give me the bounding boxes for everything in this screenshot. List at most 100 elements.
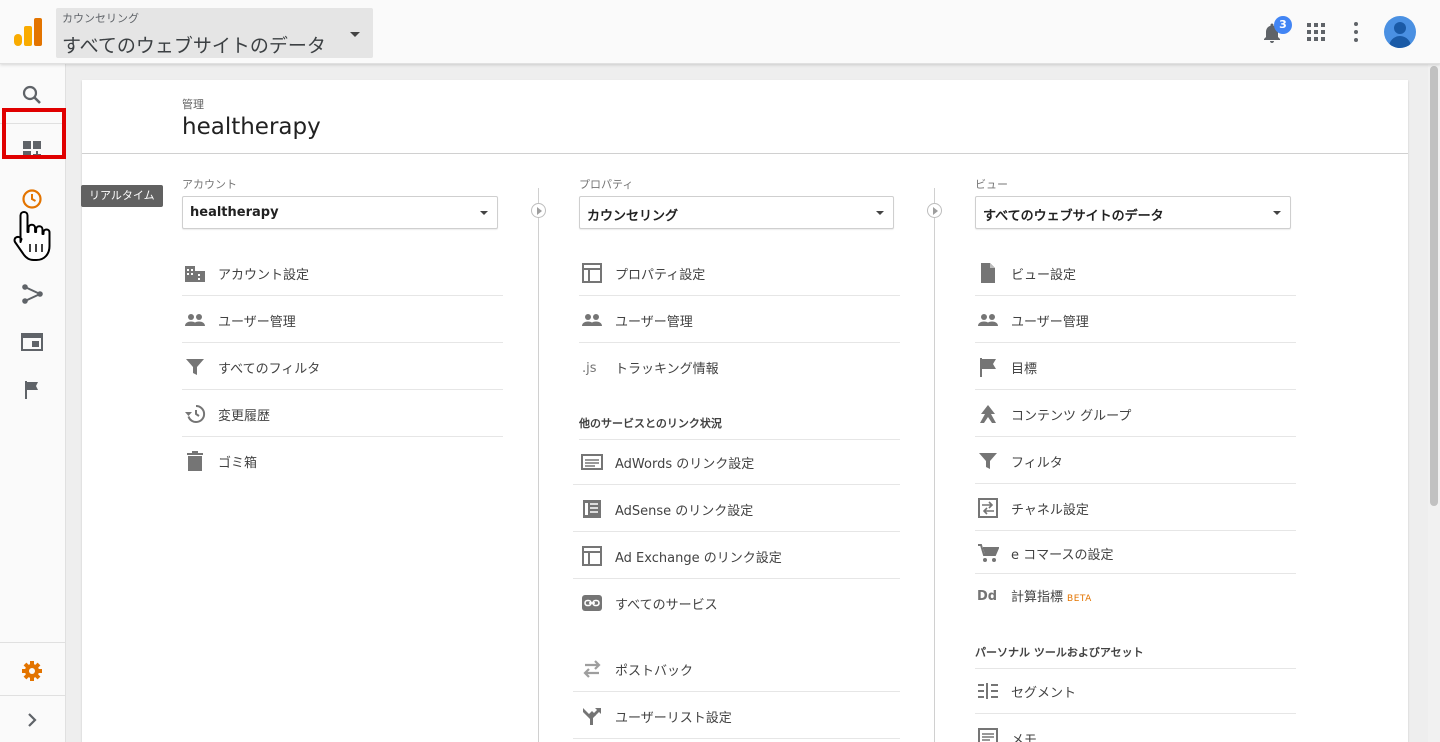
account-column-header: アカウント [182, 178, 237, 191]
chevron-down-icon [480, 211, 488, 215]
more-vert-icon[interactable] [1350, 22, 1362, 42]
people-icon [582, 314, 602, 326]
chevron-down-icon [350, 32, 360, 37]
channel-settings-item[interactable]: チャネル設定 [975, 484, 1296, 531]
chevron-right-icon[interactable] [18, 706, 46, 734]
adsense-icon [583, 500, 601, 518]
memo-item[interactable]: メモ [975, 714, 1296, 742]
item-label: ビュー設定 [1011, 268, 1077, 283]
notification-badge: 3 [1274, 16, 1292, 34]
page-scrollbar[interactable] [1428, 64, 1440, 742]
item-label: ユーザー管理 [1011, 315, 1089, 330]
userlist-icon [583, 708, 601, 725]
svg-text:.js: .js [582, 361, 597, 376]
divider [82, 153, 1408, 154]
account-view-selector[interactable]: カウンセリング すべてのウェブサイトのデータ [56, 8, 373, 58]
view-dropdown-value: すべてのウェブサイトのデータ [983, 209, 1164, 224]
goals-item[interactable]: 目標 [975, 343, 1296, 390]
all-services-item[interactable]: すべてのサービス [573, 579, 900, 626]
item-label: プロパティ設定 [615, 268, 706, 283]
trash-item[interactable]: ゴミ箱 [182, 437, 503, 484]
arrow-right-icon [927, 203, 942, 218]
postback-item[interactable]: ポストバック [573, 645, 900, 692]
item-label: アカウント設定 [218, 268, 310, 283]
item-label: AdSense のリンク設定 [615, 504, 754, 519]
gear-icon[interactable] [18, 657, 46, 685]
account-user-management-item[interactable]: ユーザー管理 [182, 296, 503, 343]
item-label: 目標 [1011, 362, 1038, 377]
user-list-settings-item[interactable]: ユーザーリスト設定 [573, 692, 900, 739]
scrollbar-thumb[interactable] [1430, 66, 1438, 506]
adsense-link-item[interactable]: AdSense のリンク設定 [573, 485, 900, 532]
search-icon[interactable] [18, 81, 46, 109]
link-icon [582, 595, 602, 611]
cart-icon [978, 544, 999, 562]
item-label: ユーザーリスト設定 [615, 711, 732, 726]
chevron-down-icon [1273, 211, 1281, 215]
segments-item[interactable]: セグメント [975, 667, 1296, 714]
left-nav [0, 64, 66, 742]
property-column-header: プロパティ [579, 178, 634, 191]
item-label: すべてのサービス [615, 598, 718, 613]
property-user-management-item[interactable]: ユーザー管理 [579, 296, 900, 343]
realtime-highlight-box [2, 108, 66, 159]
trash-icon [187, 451, 203, 471]
property-icon [582, 263, 602, 283]
pointer-hand-icon [13, 211, 51, 261]
item-label: セグメント [1011, 686, 1077, 701]
content-grouping-item[interactable]: コンテンツ グループ [975, 390, 1296, 437]
filter-icon [186, 359, 204, 375]
property-dropdown[interactable]: カウンセリング [579, 196, 894, 229]
postback-icon [583, 660, 601, 678]
view-filters-item[interactable]: フィルタ [975, 437, 1296, 484]
item-label: メモ [1011, 733, 1038, 742]
segment-icon [978, 683, 998, 699]
content-group-icon [980, 405, 996, 423]
svg-text:Dd: Dd [977, 589, 997, 604]
item-label: チャネル設定 [1011, 503, 1089, 518]
memo-icon [978, 728, 998, 742]
change-history-item[interactable]: 変更履歴 [182, 390, 503, 437]
calculated-metrics-item[interactable]: Dd 計算指標 BETA [975, 574, 1296, 617]
item-label: 変更履歴 [218, 409, 271, 424]
tracking-info-item[interactable]: .js トラッキング情報 [579, 343, 900, 390]
channel-icon [978, 498, 998, 518]
analytics-logo[interactable] [14, 18, 42, 46]
item-label: e コマースの設定 [1011, 548, 1114, 563]
arrow-right-icon [531, 203, 546, 218]
account-filters-item[interactable]: すべてのフィルタ [182, 343, 503, 390]
admin-card: 管理 healtherapy アカウント healtherapy アカウント設定… [82, 80, 1408, 742]
view-settings-item[interactable]: ビュー設定 [975, 249, 1296, 296]
adwords-link-item[interactable]: AdWords のリンク設定 [573, 438, 900, 485]
view-dropdown[interactable]: すべてのウェブサイトのデータ [975, 196, 1291, 229]
adexchange-icon [582, 546, 602, 566]
chevron-down-icon [876, 211, 884, 215]
column-separator [934, 188, 935, 742]
account-settings-item[interactable]: アカウント設定 [182, 249, 503, 296]
view-user-management-item[interactable]: ユーザー管理 [975, 296, 1296, 343]
item-label: AdWords のリンク設定 [615, 457, 755, 472]
apps-grid-icon[interactable] [1307, 23, 1325, 41]
ecommerce-settings-item[interactable]: e コマースの設定 [975, 531, 1296, 574]
calculated-metrics-icon: Dd [977, 589, 997, 604]
avatar[interactable] [1384, 16, 1416, 48]
flag-icon[interactable] [18, 376, 46, 404]
item-label: トラッキング情報 [615, 362, 719, 377]
beta-badge: BETA [1067, 594, 1092, 604]
item-label: すべてのフィルタ [218, 362, 321, 377]
adwords-icon [581, 454, 603, 470]
column-separator [538, 188, 539, 742]
property-dropdown-value: カウンセリング [587, 209, 679, 224]
links-section-heading: 他のサービスとのリンク状況 [579, 415, 900, 440]
people-icon [978, 314, 998, 326]
top-bar: カウンセリング すべてのウェブサイトのデータ 3 [0, 0, 1440, 64]
property-settings-item[interactable]: プロパティ設定 [579, 249, 900, 296]
view-name: すべてのウェブサイトのデータ [62, 35, 326, 57]
item-label: ポストバック [615, 664, 694, 679]
adexchange-link-item[interactable]: Ad Exchange のリンク設定 [573, 532, 900, 579]
account-dropdown[interactable]: healtherapy [182, 196, 498, 229]
acquisition-icon[interactable] [18, 280, 46, 308]
behavior-icon[interactable] [18, 328, 46, 356]
account-dropdown-value: healtherapy [190, 205, 279, 220]
building-icon [185, 266, 205, 282]
